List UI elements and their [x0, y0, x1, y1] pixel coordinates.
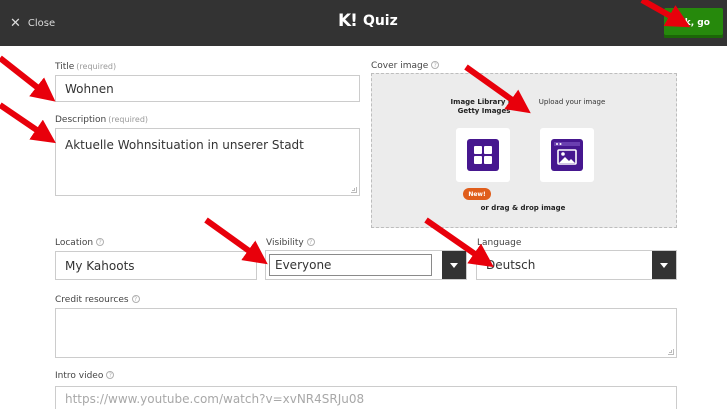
chevron-down-icon[interactable] — [442, 251, 466, 279]
help-icon[interactable]: ? — [106, 371, 115, 379]
credit-resources-label: Credit resources? — [55, 295, 140, 305]
upload-image-label: Upload your image — [538, 98, 606, 106]
help-icon[interactable]: ? — [431, 61, 440, 69]
image-library-button[interactable] — [456, 128, 510, 182]
title-value: Wohnen — [65, 81, 114, 96]
location-input[interactable]: My Kahoots — [55, 251, 257, 280]
visibility-label-text: Visibility — [266, 238, 304, 248]
title-required: (required) — [76, 62, 117, 71]
resize-handle[interactable] — [351, 187, 357, 193]
title-label-text: Title — [55, 62, 75, 72]
upload-image-icon — [551, 139, 583, 171]
chevron-down-icon[interactable] — [652, 251, 676, 279]
description-label-text: Description — [55, 115, 107, 125]
close-button[interactable]: ✕ Close — [10, 13, 55, 33]
help-icon[interactable]: ? — [96, 238, 105, 246]
help-icon[interactable]: ? — [131, 295, 140, 303]
visibility-value: Everyone — [275, 258, 332, 272]
intro-video-label: Intro video? — [55, 371, 115, 381]
language-value: Deutsch — [486, 258, 536, 272]
annotation-arrow-icon — [0, 55, 56, 102]
brand-title: Quiz — [362, 13, 398, 29]
location-label-text: Location — [55, 238, 94, 248]
cover-image-label-text: Cover image — [371, 61, 429, 71]
close-icon: ✕ — [10, 15, 21, 31]
language-label-text: Language — [477, 238, 522, 248]
new-badge: New! — [463, 188, 491, 200]
image-library-label: Image Library by Getty Images — [450, 98, 518, 115]
annotation-arrow-icon — [0, 102, 56, 144]
drag-drop-label: or drag & drop image — [480, 204, 566, 212]
title-input[interactable]: Wohnen — [55, 75, 360, 102]
description-label: Description (required) — [55, 115, 148, 125]
close-label: Close — [27, 17, 56, 29]
title-label: Title (required) — [55, 62, 116, 72]
ok-go-button[interactable]: Ok, go — [664, 8, 723, 38]
visibility-select[interactable]: Everyone — [265, 250, 467, 280]
visibility-label: Visibility? — [266, 238, 315, 248]
brand: K! Quiz — [338, 11, 398, 31]
help-icon[interactable]: ? — [306, 238, 315, 246]
description-required: (required) — [108, 115, 149, 124]
resize-handle[interactable] — [668, 349, 674, 355]
cover-image-label: Cover image? — [371, 61, 440, 71]
intro-video-input[interactable]: https://www.youtube.com/watch?v=xvNR4SRJ… — [55, 386, 677, 409]
kahoot-logo: K! — [338, 11, 358, 31]
credit-resources-label-text: Credit resources — [55, 295, 129, 305]
location-value: My Kahoots — [65, 258, 135, 273]
upload-image-button[interactable] — [540, 128, 594, 182]
language-label: Language — [477, 238, 521, 248]
intro-video-label-text: Intro video — [55, 371, 104, 381]
cover-image-dropzone[interactable]: Image Library by Getty Images Upload you… — [371, 73, 677, 228]
intro-video-placeholder: https://www.youtube.com/watch?v=xvNR4SRJ… — [65, 392, 365, 406]
top-bar: ✕ Close K! Quiz Ok, go — [0, 0, 727, 46]
language-select[interactable]: Deutsch — [476, 250, 677, 280]
location-label: Location? — [55, 238, 105, 248]
description-textarea[interactable]: Aktuelle Wohnsituation in unserer Stadt — [55, 128, 360, 196]
image-library-icon — [467, 139, 499, 171]
credit-resources-textarea[interactable] — [55, 308, 677, 358]
description-value: Aktuelle Wohnsituation in unserer Stadt — [65, 138, 304, 152]
